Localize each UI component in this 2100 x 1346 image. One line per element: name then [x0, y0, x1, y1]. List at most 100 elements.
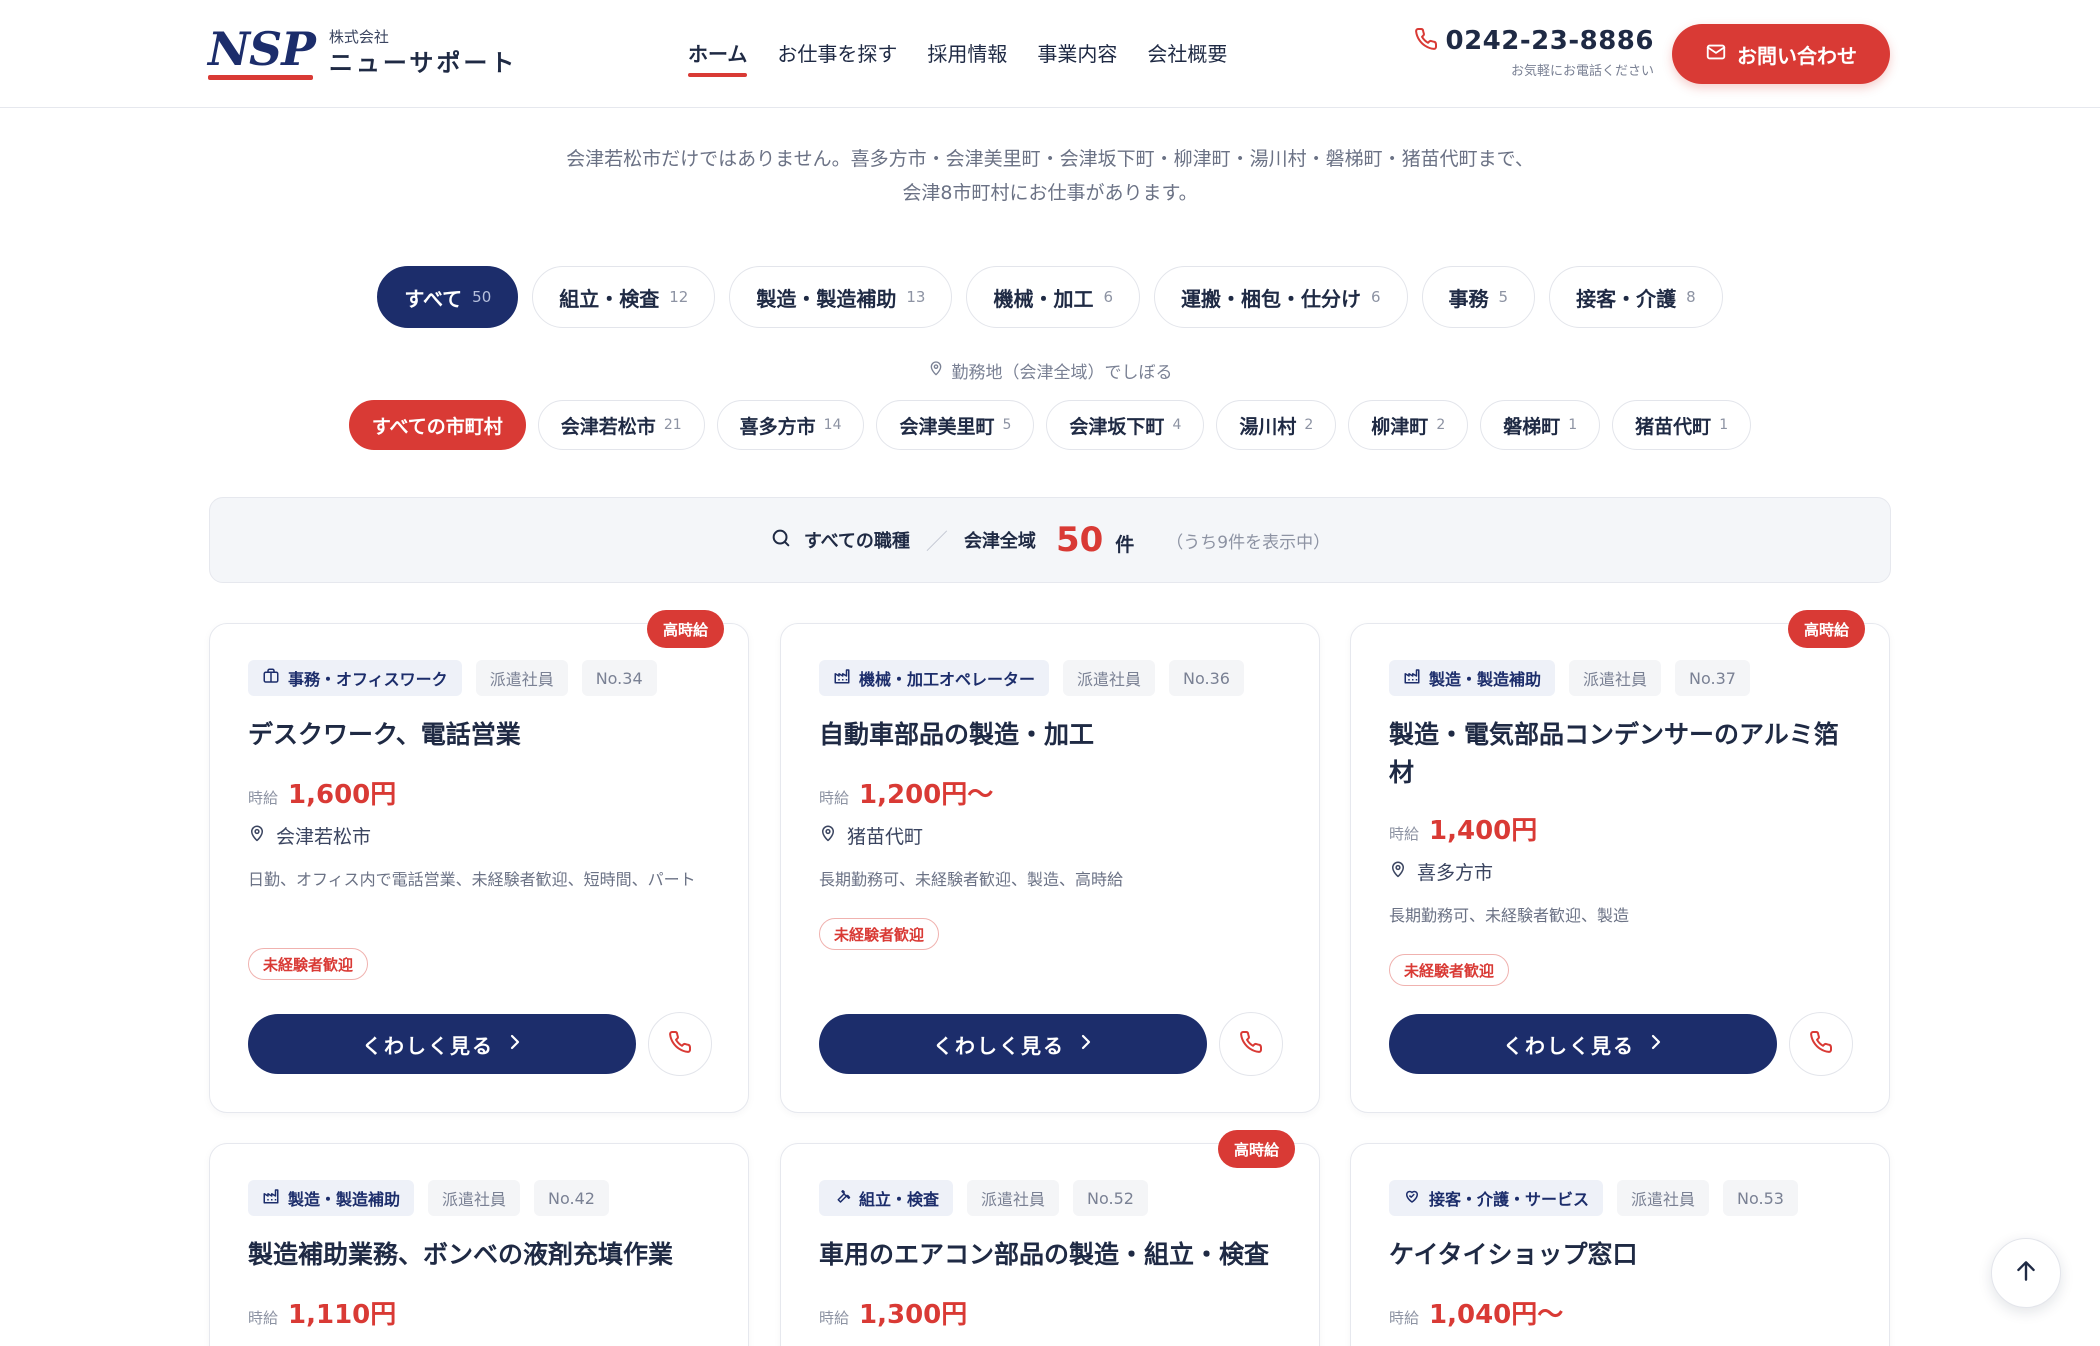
beginner-welcome-tag: 未経験者歓迎 [248, 948, 369, 980]
muni-chip-yugawa[interactable]: 湯川村 2 [1216, 400, 1337, 450]
job-card[interactable]: 高時給 製造・製造補助 派遣社員 No.37 製造・電気部品コンデンサーのアルミ… [1350, 610, 1890, 1113]
muni-chip-bandai[interactable]: 磐梯町 1 [1480, 400, 1601, 450]
job-card[interactable]: 製造・製造補助 派遣社員 No.42 製造補助業務、ボンベの液剤充填作業 時給 … [209, 1143, 749, 1346]
site-header: NSP 株式会社 ニューサポート ホーム お仕事を探す 採用情報 事業内容 会社… [0, 0, 2100, 108]
job-number: No.37 [1675, 660, 1750, 696]
result-separator: ／ [925, 530, 948, 555]
muni-chip-inawashiro[interactable]: 猪苗代町 1 [1612, 400, 1752, 450]
phone-icon [1239, 1030, 1263, 1058]
chip-count: 8 [1686, 288, 1696, 306]
muni-chip-all[interactable]: すべての市町村 [348, 400, 526, 450]
call-button[interactable] [1789, 1012, 1853, 1076]
card-tags: 機械・加工オペレーター 派遣社員 No.36 [819, 660, 1244, 696]
search-icon [770, 527, 792, 553]
detail-button[interactable]: くわしく見る [1389, 1014, 1777, 1074]
logo-mark: NSP [208, 24, 316, 80]
category-chip-office[interactable]: 事務 5 [1421, 266, 1536, 328]
job-title[interactable]: 自動車部品の製造・加工 [819, 716, 1289, 754]
nav-home[interactable]: ホーム [688, 38, 748, 77]
job-number: No.34 [581, 660, 657, 696]
intro-line-2: 会津8市町村にお仕事があります。 [902, 182, 1198, 204]
muni-chip-yanaizu[interactable]: 柳津町 2 [1348, 400, 1469, 450]
high-wage-badge: 高時給 [1217, 1130, 1295, 1168]
job-title[interactable]: 製造補助業務、ボンベの液剤充填作業 [248, 1236, 718, 1274]
call-button[interactable] [1219, 1012, 1283, 1076]
wage-value: 1,040円〜 [1429, 1300, 1564, 1330]
chip-count: 14 [823, 417, 842, 433]
muni-chip-kitakata[interactable]: 喜多方市 14 [716, 400, 865, 450]
muni-chip-aizumisato[interactable]: 会津美里町 5 [876, 400, 1035, 450]
category-chip-logistics[interactable]: 運搬・梱包・仕分け 6 [1154, 266, 1408, 328]
factory-icon [833, 667, 851, 689]
area-filter-text: 勤務地（会津全域）でしぼる [951, 363, 1173, 383]
detail-button[interactable]: くわしく見る [819, 1014, 1207, 1074]
chevron-right-icon [1079, 1032, 1093, 1056]
muni-chip-aizuwakamatsu[interactable]: 会津若松市 21 [537, 400, 705, 450]
wage-label: 時給 [248, 789, 279, 807]
heart-hand-icon [1403, 1187, 1421, 1209]
wage: 時給 1,200円〜 [819, 774, 993, 811]
wage: 時給 1,110円 [248, 1294, 396, 1331]
area-filter-label: 勤務地（会津全域）でしぼる [0, 358, 2100, 383]
wage: 時給 1,040円〜 [1389, 1294, 1563, 1331]
job-title[interactable]: 製造・電気部品コンデンサーのアルミ箔材 [1389, 716, 1859, 792]
call-button[interactable] [648, 1012, 712, 1076]
wage-label: 時給 [819, 789, 850, 807]
category-chip-service[interactable]: 接客・介護 8 [1549, 266, 1723, 328]
job-title[interactable]: ケイタイショップ窓口 [1389, 1236, 1859, 1274]
wrench-icon [833, 1187, 851, 1209]
chip-count: 6 [1103, 288, 1113, 306]
mail-icon [1705, 41, 1727, 68]
nav-find-jobs[interactable]: お仕事を探す [777, 38, 897, 77]
wage-value: 1,200円〜 [859, 780, 994, 810]
wage: 時給 1,400円 [1389, 810, 1537, 847]
job-title[interactable]: 車用のエアコン部品の製造・組立・検査 [819, 1236, 1289, 1274]
factory-icon [262, 1187, 280, 1209]
card-tags: 製造・製造補助 派遣社員 No.42 [248, 1180, 609, 1216]
category-chip-manufacturing[interactable]: 製造・製造補助 13 [729, 266, 953, 328]
category-chip-machining[interactable]: 機械・加工 6 [966, 266, 1140, 328]
phone-icon [668, 1030, 692, 1058]
nav-business[interactable]: 事業内容 [1037, 38, 1117, 77]
employment-tag: 派遣社員 [1063, 660, 1156, 696]
category-chip-all[interactable]: すべて 50 [377, 266, 519, 328]
main-nav: ホーム お仕事を探す 採用情報 事業内容 会社概要 [688, 38, 1227, 77]
nav-company[interactable]: 会社概要 [1147, 38, 1227, 77]
job-card[interactable]: 高時給 組立・検査 派遣社員 No.52 車用のエアコン部品の製造・組立・検査 … [780, 1130, 1320, 1346]
employment-tag: 派遣社員 [1617, 1180, 1710, 1216]
company-logo[interactable]: NSP 株式会社 ニューサポート [208, 24, 517, 86]
scroll-to-top-button[interactable] [1991, 1238, 2061, 1308]
chip-count: 5 [1498, 288, 1509, 306]
location-pin-icon [248, 823, 266, 848]
location-pin-icon [1389, 859, 1407, 884]
employment-tag: 派遣社員 [428, 1180, 521, 1216]
chip-count: 50 [472, 288, 492, 306]
job-location: 喜多方市 [1389, 858, 1493, 885]
contact-button[interactable]: お問い合わせ [1672, 24, 1890, 84]
nav-recruit[interactable]: 採用情報 [927, 38, 1007, 77]
job-description: 日勤、オフィス内で電話営業、未経験者歓迎、短時間、パート [248, 870, 696, 889]
card-tags: 事務・オフィスワーク 派遣社員 No.34 [248, 660, 657, 696]
intro-text: 会津若松市だけではありません。喜多方市・会津美里町・会津坂下町・柳津町・湯川村・… [0, 142, 2100, 210]
header-phone[interactable]: 0242-23-8886 お気軽にお電話ください [1414, 26, 1654, 79]
job-card[interactable]: 機械・加工オペレーター 派遣社員 No.36 自動車部品の製造・加工 時給 1,… [780, 623, 1320, 1113]
wage-value: 1,110円 [288, 1300, 397, 1330]
card-tags: 組立・検査 派遣社員 No.52 [819, 1180, 1148, 1216]
result-count: 50 [1055, 520, 1104, 560]
job-card[interactable]: 接客・介護・サービス 派遣社員 No.53 ケイタイショップ窓口 時給 1,04… [1350, 1143, 1890, 1346]
logo-company-name: ニューサポート [328, 49, 518, 77]
municipality-filter: すべての市町村 会津若松市 21 喜多方市 14 会津美里町 5 会津坂下町 4 湯川村… [0, 400, 2100, 450]
job-title[interactable]: デスクワーク、電話営業 [248, 716, 718, 754]
category-chip-assembly[interactable]: 組立・検査 12 [532, 266, 716, 328]
logo-subtitle: 株式会社 [328, 28, 389, 46]
wage: 時給 1,300円 [819, 1294, 967, 1331]
detail-button[interactable]: くわしく見る [248, 1014, 636, 1074]
job-location: 猪苗代町 [819, 822, 923, 849]
muni-chip-aizubange[interactable]: 会津坂下町 4 [1046, 400, 1205, 450]
chip-count: 5 [1002, 417, 1012, 433]
employment-tag: 派遣社員 [475, 660, 568, 696]
job-card[interactable]: 高時給 事務・オフィスワーク 派遣社員 No.34 デスクワーク、電話営業 時給… [209, 610, 749, 1113]
wage-label: 時給 [1389, 825, 1420, 843]
job-number: No.42 [534, 1180, 609, 1216]
category-filter: すべて 50 組立・検査 12 製造・製造補助 13 機械・加工 6 運搬・梱包・仕分け… [0, 266, 2100, 328]
